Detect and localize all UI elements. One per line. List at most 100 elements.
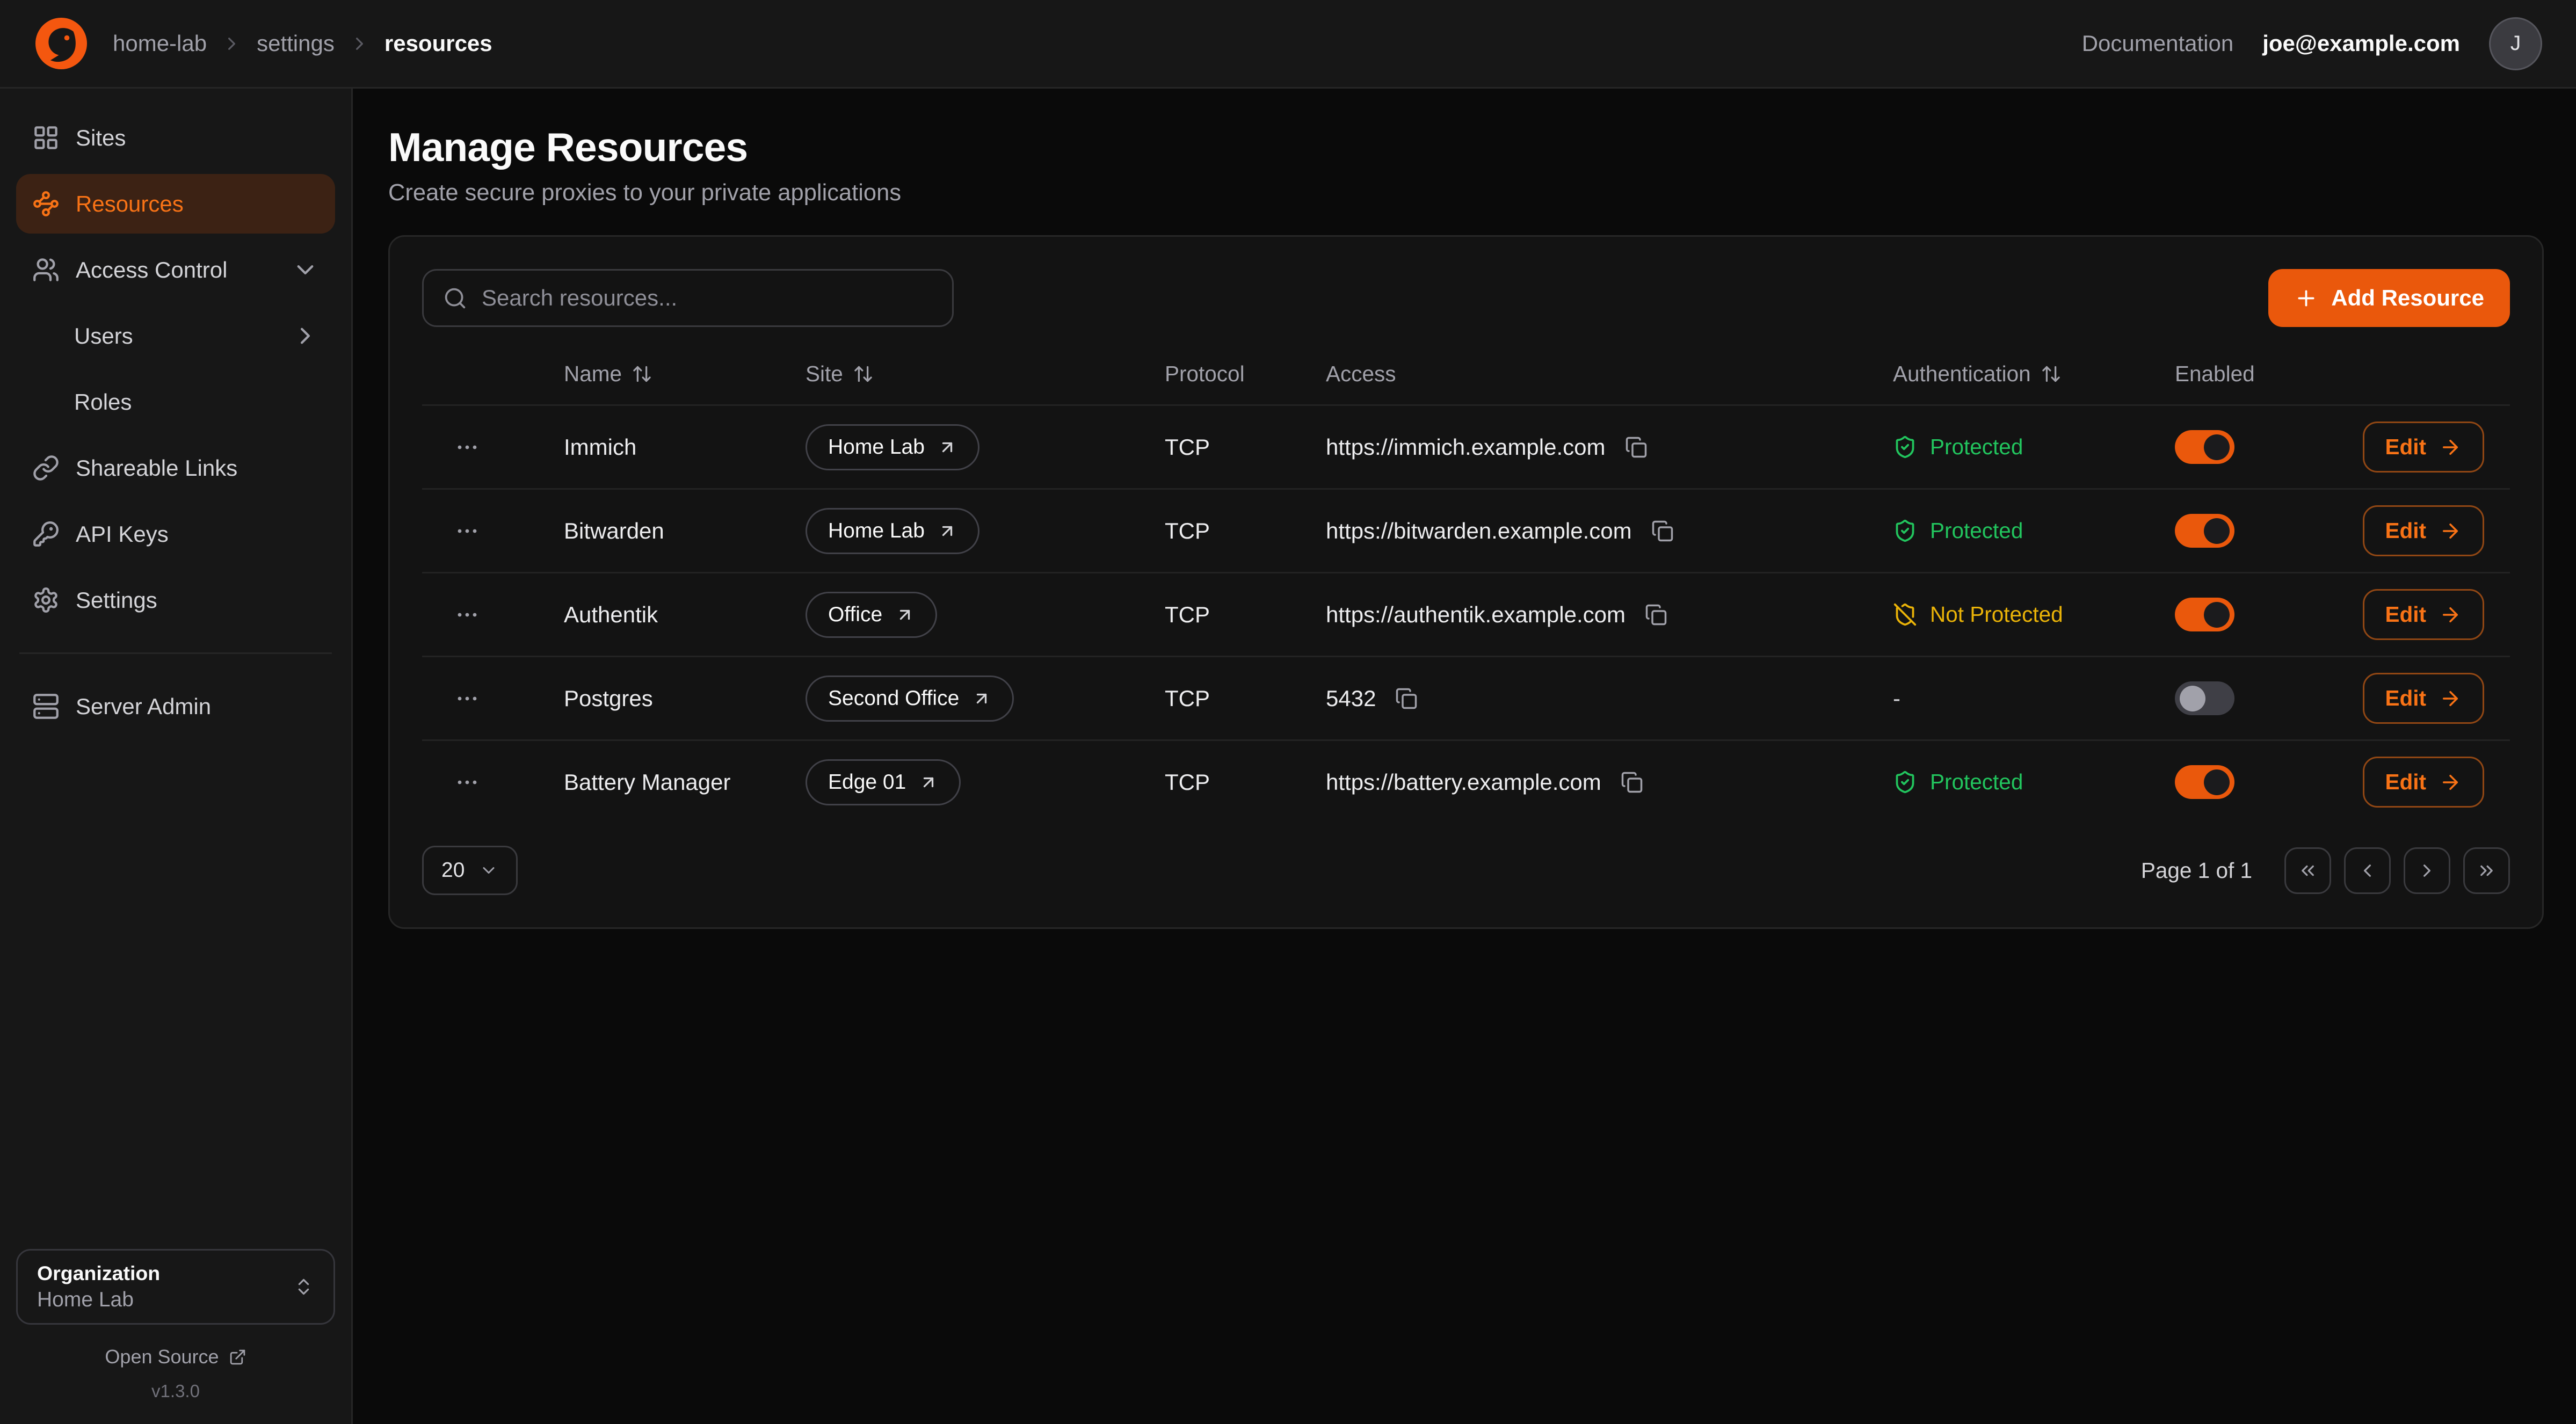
sidebar-item-api-keys[interactable]: API Keys: [16, 504, 335, 564]
next-page-button[interactable]: [2404, 847, 2450, 894]
access-port: 5432: [1326, 686, 1376, 711]
edit-label: Edit: [2385, 602, 2427, 627]
site-link-button[interactable]: Second Office: [806, 675, 1014, 722]
sidebar-item-label: Users: [74, 323, 275, 349]
enabled-toggle[interactable]: [2175, 598, 2234, 631]
protocol: TCP: [1139, 434, 1300, 460]
copy-icon: [1395, 687, 1418, 710]
chevron-right-icon: [2417, 860, 2437, 881]
edit-button[interactable]: Edit: [2363, 589, 2485, 640]
sidebar-item-users[interactable]: Users: [16, 306, 335, 366]
copy-icon: [1625, 436, 1648, 459]
copy-button[interactable]: [1622, 433, 1651, 462]
page-size-select[interactable]: 20: [422, 846, 518, 895]
copy-button[interactable]: [1648, 517, 1677, 546]
toggle-knob: [2204, 769, 2230, 795]
auth-status-label: Protected: [1930, 518, 2023, 543]
sidebar: Sites Resources Access Control Users Rol…: [0, 89, 353, 1424]
protocol: TCP: [1139, 602, 1300, 628]
auth-status: -: [1893, 686, 1900, 711]
copy-button[interactable]: [1617, 768, 1646, 797]
app-root: home-lab settings resources Documentatio…: [0, 0, 2576, 1424]
org-selector[interactable]: Organization Home Lab: [16, 1249, 335, 1325]
header-name[interactable]: Name: [538, 361, 780, 387]
shield-check-icon: [1893, 770, 1917, 794]
arrow-up-right-icon: [919, 773, 938, 792]
breadcrumb-org[interactable]: home-lab: [113, 31, 207, 56]
breadcrumb-settings[interactable]: settings: [257, 31, 335, 56]
ellipsis-icon: [454, 434, 480, 460]
app-logo-icon[interactable]: [34, 16, 89, 71]
server-icon: [32, 693, 60, 720]
page-subtitle: Create secure proxies to your private ap…: [388, 180, 2544, 206]
add-resource-button[interactable]: Add Resource: [2268, 269, 2510, 327]
arrow-right-icon: [2439, 687, 2462, 710]
chevrons-left-icon: [2297, 860, 2318, 881]
arrow-up-right-icon: [938, 521, 957, 541]
site-name: Home Lab: [828, 519, 925, 543]
enabled-toggle[interactable]: [2175, 765, 2234, 799]
resource-name: Bitwarden: [538, 518, 780, 544]
row-menu-button[interactable]: [448, 763, 487, 802]
arrow-up-right-icon: [938, 438, 957, 457]
site-link-button[interactable]: Office: [806, 592, 937, 638]
header-site[interactable]: Site: [780, 361, 1139, 387]
header-authentication[interactable]: Authentication: [1867, 361, 2149, 387]
row-menu-button[interactable]: [448, 428, 487, 467]
edit-button[interactable]: Edit: [2363, 505, 2485, 556]
first-page-button[interactable]: [2284, 847, 2331, 894]
breadcrumb-current-page: resources: [384, 31, 492, 56]
toolbar: Add Resource: [422, 269, 2510, 327]
documentation-link[interactable]: Documentation: [2082, 31, 2234, 56]
table-row: Authentik Office TCP https://authentik.e…: [422, 572, 2510, 656]
row-menu-button[interactable]: [448, 679, 487, 718]
sidebar-item-label: API Keys: [76, 521, 319, 547]
edit-button[interactable]: Edit: [2363, 422, 2485, 473]
user-email[interactable]: joe@example.com: [2262, 31, 2460, 56]
sidebar-item-label: Server Admin: [76, 694, 319, 720]
access-url: https://bitwarden.example.com: [1326, 518, 1632, 544]
sidebar-item-access-control[interactable]: Access Control: [16, 240, 335, 300]
last-page-button[interactable]: [2463, 847, 2510, 894]
breadcrumb: home-lab settings resources: [113, 31, 492, 56]
chevron-down-icon: [479, 861, 498, 880]
resource-name: Postgres: [538, 686, 780, 711]
arrow-right-icon: [2439, 604, 2462, 626]
copy-button[interactable]: [1642, 600, 1671, 629]
prev-page-button[interactable]: [2344, 847, 2391, 894]
site-link-button[interactable]: Home Lab: [806, 424, 979, 470]
search-input[interactable]: [482, 285, 933, 311]
sidebar-item-resources[interactable]: Resources: [16, 174, 335, 234]
arrow-right-icon: [2439, 520, 2462, 542]
enabled-toggle[interactable]: [2175, 430, 2234, 464]
sidebar-item-label: Sites: [76, 125, 319, 151]
site-link-button[interactable]: Edge 01: [806, 759, 961, 805]
protocol: TCP: [1139, 686, 1300, 711]
enabled-toggle[interactable]: [2175, 514, 2234, 548]
auth-status-label: Not Protected: [1930, 602, 2063, 627]
resource-name: Immich: [538, 434, 780, 460]
sidebar-item-server-admin[interactable]: Server Admin: [16, 677, 335, 736]
site-link-button[interactable]: Home Lab: [806, 508, 979, 554]
resource-name: Authentik: [538, 602, 780, 628]
open-source-link[interactable]: Open Source: [16, 1346, 335, 1368]
header-label: Enabled: [2175, 361, 2255, 387]
edit-button[interactable]: Edit: [2363, 757, 2485, 808]
enabled-toggle[interactable]: [2175, 681, 2234, 715]
app-version: v1.3.0: [16, 1381, 335, 1401]
row-menu-button[interactable]: [448, 595, 487, 634]
sidebar-item-settings[interactable]: Settings: [16, 570, 335, 630]
sidebar-item-sites[interactable]: Sites: [16, 108, 335, 168]
protocol: TCP: [1139, 518, 1300, 544]
resources-table: Name Site Protocol Access: [422, 343, 2510, 823]
header-enabled: Enabled: [2149, 361, 2349, 387]
avatar[interactable]: J: [2489, 17, 2542, 70]
edit-button[interactable]: Edit: [2363, 673, 2485, 724]
access-url: https://battery.example.com: [1326, 769, 1601, 795]
site-name: Office: [828, 603, 882, 627]
copy-button[interactable]: [1392, 684, 1421, 713]
sidebar-item-shareable-links[interactable]: Shareable Links: [16, 438, 335, 498]
arrow-right-icon: [2439, 771, 2462, 794]
row-menu-button[interactable]: [448, 512, 487, 550]
sidebar-item-roles[interactable]: Roles: [16, 372, 335, 432]
